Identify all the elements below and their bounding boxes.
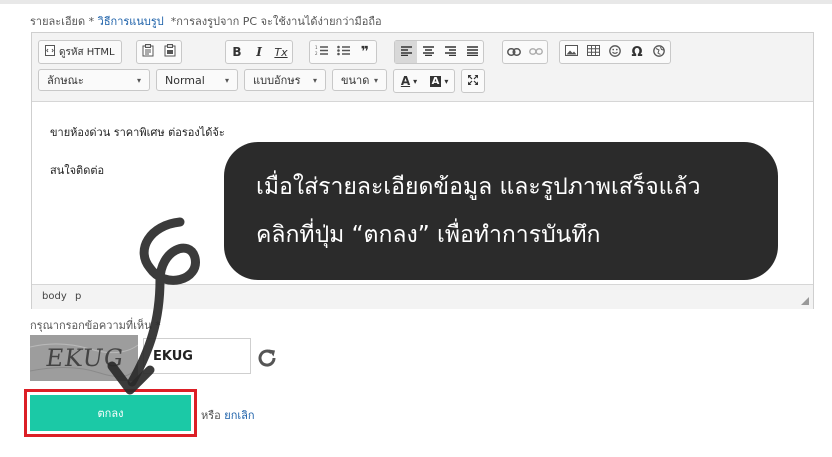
maximize-button[interactable]: [462, 70, 484, 92]
editor-toolbar: ดูรหัส HTML B I Tx 1 2 ❞ Ω ลักษณะ ▾ Norm…: [32, 33, 813, 102]
refresh-icon: [255, 349, 279, 374]
toolbar-group-basicstyles: B I Tx: [225, 40, 293, 64]
size-chevron-down-icon: ▾: [373, 75, 378, 85]
editor-statusbar: body p: [32, 284, 813, 309]
toolbar-group-source: ดูรหัส HTML: [38, 40, 122, 64]
paste-text-button[interactable]: [137, 41, 159, 63]
link-icon: [507, 45, 521, 59]
insert-table-button[interactable]: [582, 41, 604, 63]
toolbar-group-tools: [461, 69, 485, 93]
globe-icon: [653, 44, 665, 60]
howto-attach-image-link[interactable]: วิธีการแนบรูป: [98, 15, 164, 28]
align-center-button[interactable]: [417, 41, 439, 63]
align-justify-button[interactable]: [461, 41, 483, 63]
resize-handle-icon[interactable]: [801, 297, 809, 305]
text-color-chevron-icon: ▾: [413, 76, 418, 86]
align-right-icon: [444, 45, 456, 59]
bulleted-list-button[interactable]: [332, 41, 354, 63]
bg-color-chevron-icon: ▾: [444, 76, 449, 86]
remove-format-label: Tx: [274, 45, 288, 59]
captcha-label: กรุณากรอกข้อความที่เห็น *: [30, 319, 161, 332]
unlink-button[interactable]: [525, 41, 547, 63]
editor-content-area[interactable]: ขายห้องด่วน ราคาพิเศษ ต่อรองได้จ้ะ สนใจต…: [50, 123, 225, 199]
or-text: หรือ: [201, 409, 221, 422]
bold-label: B: [232, 45, 242, 59]
format-dropdown[interactable]: Normal ▾: [156, 69, 238, 91]
callout-line-2: คลิกที่ปุ่ม “ตกลง” เพื่อทำการบันทึก: [256, 222, 601, 248]
content-line: ขายห้องด่วน ราคาพิเศษ ต่อรองได้จ้ะ: [50, 126, 225, 139]
captcha-input[interactable]: [143, 338, 251, 374]
view-html-source-button[interactable]: ดูรหัส HTML: [39, 41, 121, 63]
numbered-list-button[interactable]: 12: [310, 41, 332, 63]
captcha-image-text: EKUG: [44, 344, 126, 372]
size-dropdown-value: ขนาด: [341, 74, 370, 87]
toolbar-group-align: [394, 40, 484, 64]
size-dropdown[interactable]: ขนาด ▾: [332, 69, 387, 91]
blockquote-label: ❞: [360, 44, 370, 60]
style-chevron-down-icon: ▾: [136, 75, 141, 85]
align-justify-icon: [466, 45, 478, 59]
content-line: สนใจติดต่อ: [50, 164, 105, 177]
italic-button[interactable]: I: [248, 41, 270, 63]
instruction-callout: เมื่อใส่รายละเอียดข้อมูล และรูปภาพเสร็จแ…: [224, 142, 778, 280]
text-color-button[interactable]: A ▾: [394, 70, 424, 92]
align-center-icon: [422, 45, 434, 59]
paste-from-word-icon: [164, 44, 176, 60]
font-chevron-down-icon: ▾: [312, 75, 317, 85]
refresh-captcha-button[interactable]: [255, 346, 279, 370]
callout-line-1: เมื่อใส่รายละเอียดข้อมูล และรูปภาพเสร็จแ…: [256, 174, 701, 200]
remove-format-button[interactable]: Tx: [270, 41, 292, 63]
paste-from-word-button[interactable]: [159, 41, 181, 63]
ok-button[interactable]: ตกลง: [30, 395, 191, 431]
cancel-link[interactable]: ยกเลิก: [224, 409, 254, 422]
view-html-source-label: ดูรหัส HTML: [59, 46, 115, 58]
align-left-icon: [400, 45, 412, 59]
detail-label: รายละเอียด * วิธีการแนบรูป *การลงรูปจาก …: [30, 12, 382, 30]
bold-button[interactable]: B: [226, 41, 248, 63]
text-color-label: A: [400, 74, 411, 88]
format-dropdown-value: Normal: [165, 73, 205, 87]
insert-image-button[interactable]: [560, 41, 582, 63]
insert-smiley-button[interactable]: [604, 41, 626, 63]
element-path-p[interactable]: p: [75, 291, 81, 302]
source-icon: [45, 45, 55, 59]
required-mark: *: [88, 15, 95, 28]
image-icon: [564, 45, 578, 59]
style-dropdown-value: ลักษณะ: [47, 74, 84, 87]
captcha-image: EKUG: [30, 335, 138, 381]
insert-iframe-button[interactable]: [648, 41, 670, 63]
align-left-button[interactable]: [395, 41, 417, 63]
format-chevron-down-icon: ▾: [224, 75, 229, 85]
insert-link-button[interactable]: [503, 41, 525, 63]
svg-text:1: 1: [315, 45, 318, 50]
font-dropdown[interactable]: แบบอักษร ▾: [244, 69, 326, 91]
top-divider: [0, 0, 832, 4]
paste-text-icon: [142, 44, 154, 60]
toolbar-group-links: [502, 40, 548, 64]
table-icon: [586, 45, 600, 59]
smiley-icon: [609, 44, 621, 60]
blockquote-button[interactable]: ❞: [354, 41, 376, 63]
toolbar-group-insert: Ω: [559, 40, 671, 64]
bulleted-list-icon: [336, 45, 350, 59]
toolbar-group-clipboard: [136, 40, 182, 64]
unlink-icon: [529, 45, 543, 59]
detail-label-text: รายละเอียด: [30, 15, 86, 28]
toolbar-group-lists: 12 ❞: [309, 40, 377, 64]
insert-special-char-button[interactable]: Ω: [626, 41, 648, 63]
special-char-label: Ω: [631, 44, 643, 60]
element-path-body[interactable]: body: [42, 291, 67, 302]
bg-color-label: A: [429, 75, 442, 87]
toolbar-group-colors: A ▾ A ▾: [393, 69, 455, 93]
numbered-list-icon: 12: [315, 45, 328, 59]
pc-upload-note: *การลงรูปจาก PC จะใช้งานได้ง่ายกว่ามือถื…: [170, 15, 382, 28]
svg-text:2: 2: [315, 51, 318, 56]
style-dropdown[interactable]: ลักษณะ ▾: [38, 69, 150, 91]
bg-color-button[interactable]: A ▾: [424, 70, 454, 92]
or-cancel-row: หรือ ยกเลิก: [201, 406, 255, 424]
align-right-button[interactable]: [439, 41, 461, 63]
italic-label: I: [256, 45, 262, 59]
maximize-icon: [467, 74, 479, 89]
font-dropdown-value: แบบอักษร: [253, 74, 301, 87]
